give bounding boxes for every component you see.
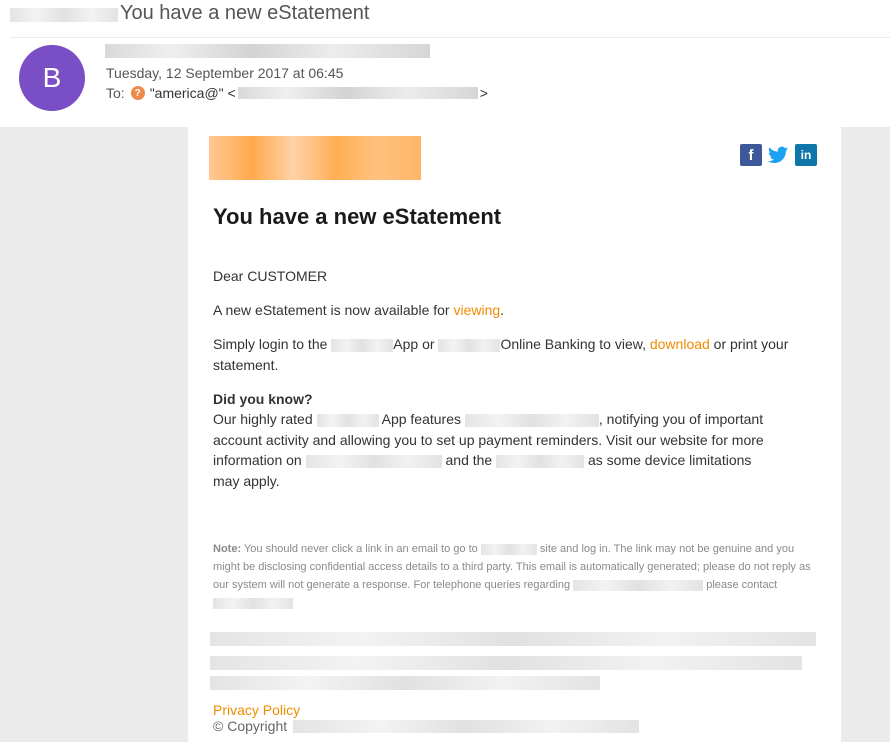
- redacted-phone: [213, 597, 293, 609]
- note-text-1: You should never click a link in an emai…: [241, 543, 481, 555]
- redacted-recipient-address: [237, 87, 478, 99]
- redacted-sender-tag: [10, 8, 118, 22]
- know-text-4: and the: [441, 452, 497, 468]
- sender-avatar[interactable]: B: [19, 45, 85, 111]
- know-text-1: Our highly rated: [213, 411, 317, 427]
- recipient-name[interactable]: "america@" <: [150, 85, 236, 101]
- email-subject: You have a new eStatement: [120, 2, 370, 24]
- viewing-link[interactable]: viewing: [453, 302, 500, 318]
- redacted-link-2: [496, 454, 585, 468]
- redacted-feature: [464, 413, 599, 427]
- to-label: To:: [106, 85, 125, 101]
- login-paragraph: Simply login to the App or Online Bankin…: [213, 334, 813, 375]
- redacted-sender-name[interactable]: [105, 44, 430, 58]
- email-date: Tuesday, 12 September 2017 at 06:45: [106, 65, 344, 81]
- login-text-1: Simply login to the: [213, 336, 332, 352]
- available-line: A new eStatement is now available for vi…: [213, 300, 813, 321]
- did-you-know-body: Our highly rated App features , notifyin…: [213, 409, 773, 491]
- did-you-know-heading: Did you know?: [213, 391, 313, 407]
- recipient-close: >: [479, 85, 488, 101]
- note-text-3: please contact: [703, 579, 778, 591]
- privacy-policy-link[interactable]: Privacy Policy: [213, 702, 300, 718]
- subject-bar: You have a new eStatement: [0, 0, 890, 36]
- redacted-footer-text: [210, 632, 818, 692]
- note-disclaimer: Note: You should never click a link in a…: [213, 540, 818, 612]
- linkedin-icon[interactable]: in: [795, 144, 817, 166]
- redacted-copyright-holder: [293, 719, 640, 733]
- login-text-2: App or: [393, 336, 439, 352]
- know-text-2: App features: [378, 411, 465, 427]
- login-text-3: Online Banking to view,: [500, 336, 650, 352]
- redacted-app-name: [316, 413, 379, 427]
- redacted-bank-name: [331, 338, 394, 352]
- copyright-text: © Copyright: [213, 718, 288, 734]
- redacted-product: [573, 579, 704, 591]
- twitter-icon[interactable]: [767, 144, 789, 166]
- recipient-row: To: ? "america@" < >: [106, 85, 488, 101]
- facebook-icon[interactable]: f: [740, 144, 762, 166]
- note-label: Note:: [213, 543, 242, 555]
- redacted-bank-name-2: [438, 338, 501, 352]
- available-period: .: [500, 302, 505, 318]
- greeting: Dear CUSTOMER: [213, 268, 328, 284]
- email-heading: You have a new eStatement: [213, 204, 502, 229]
- available-text: A new eStatement is now available for: [213, 302, 454, 318]
- copyright-line: © Copyright: [213, 718, 640, 734]
- download-link[interactable]: download: [650, 336, 710, 352]
- header-divider: [10, 37, 890, 38]
- warning-icon[interactable]: ?: [130, 86, 145, 100]
- bank-logo: [209, 136, 421, 180]
- redacted-bank-ref: [480, 543, 537, 555]
- redacted-link-1: [305, 454, 442, 468]
